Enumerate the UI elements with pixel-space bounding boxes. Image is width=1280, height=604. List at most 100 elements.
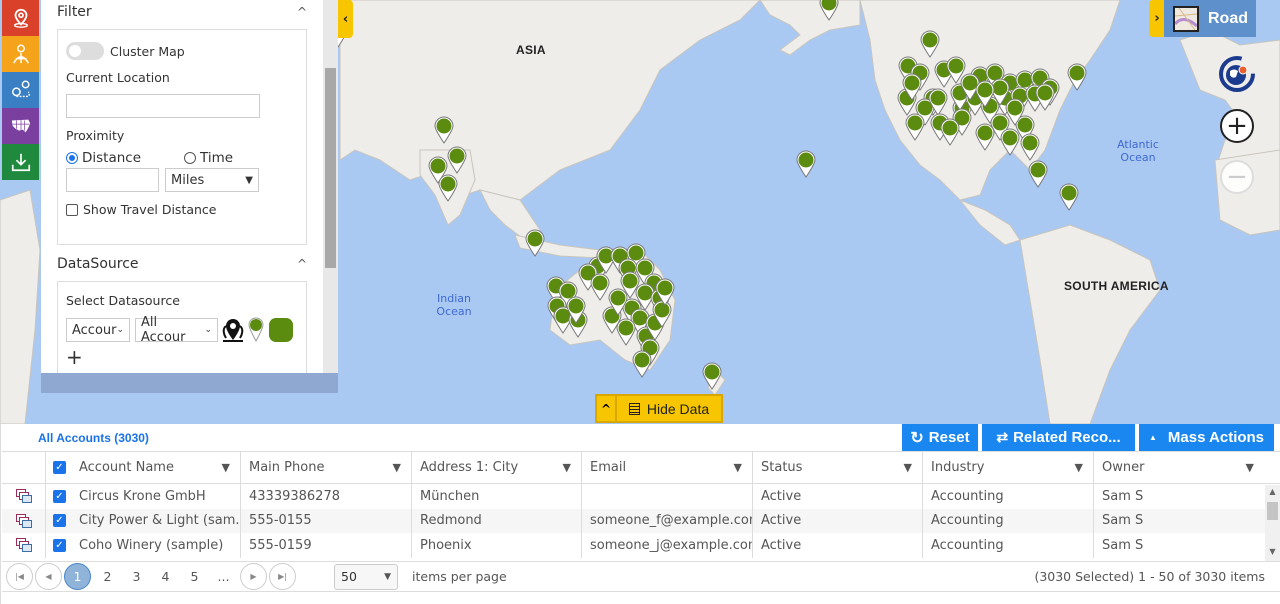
- map-type-button[interactable]: Road: [1164, 0, 1256, 37]
- map-pin[interactable]: [819, 0, 839, 21]
- map-pin[interactable]: [796, 150, 816, 178]
- reset-button[interactable]: ↻ Reset: [902, 424, 978, 451]
- map-pin[interactable]: [434, 116, 454, 144]
- map-pin[interactable]: [1059, 183, 1079, 211]
- filter-panel-scrollbar[interactable]: [323, 0, 338, 373]
- cluster-map-toggle[interactable]: [66, 42, 104, 60]
- map-pin[interactable]: [525, 229, 545, 257]
- first-page-button[interactable]: |◀: [6, 563, 33, 590]
- more-pages-button[interactable]: ...: [209, 569, 238, 584]
- add-datasource-button[interactable]: +: [66, 347, 298, 367]
- map-pin[interactable]: [928, 88, 948, 116]
- page-5-button[interactable]: 5: [180, 569, 209, 584]
- tool-region-map[interactable]: [2, 108, 39, 144]
- column-header-main-phone[interactable]: Main Phone ▼: [241, 452, 412, 483]
- distance-input[interactable]: [66, 168, 159, 192]
- related-records-button[interactable]: ⇄ Related Reco...: [982, 424, 1135, 451]
- select-all-checkbox[interactable]: ✓: [46, 452, 71, 483]
- map-pin[interactable]: [590, 273, 610, 301]
- filter-icon[interactable]: ▼: [1075, 461, 1083, 474]
- map-pin[interactable]: [1028, 160, 1048, 188]
- map-pin[interactable]: [940, 118, 960, 146]
- column-header-account-name[interactable]: Account Name ▼: [71, 452, 241, 483]
- pin-color-swatch[interactable]: [269, 318, 293, 342]
- record-icon-cell[interactable]: [2, 508, 46, 533]
- map-pin[interactable]: [1067, 63, 1087, 91]
- distance-radio[interactable]: [66, 152, 78, 164]
- tool-territory[interactable]: [2, 36, 39, 72]
- row-checkbox[interactable]: ✓: [46, 533, 71, 558]
- tool-plot-pins[interactable]: [2, 0, 39, 36]
- hide-data-button[interactable]: ^ Hide Data: [595, 394, 723, 423]
- page-3-button[interactable]: 3: [122, 569, 151, 584]
- multi-pin-icon[interactable]: [221, 317, 245, 343]
- pin-style-icon[interactable]: [247, 317, 265, 343]
- page-2-button[interactable]: 2: [93, 569, 122, 584]
- map-pin[interactable]: [566, 296, 586, 324]
- map-pin[interactable]: [1020, 133, 1040, 161]
- filter-icon[interactable]: ▼: [904, 461, 912, 474]
- zoom-out-button[interactable]: −: [1220, 160, 1254, 194]
- mass-actions-button[interactable]: ▲ Mass Actions: [1139, 424, 1274, 451]
- column-header-city[interactable]: Address 1: City ▼: [412, 452, 582, 483]
- chevron-down-icon: ▼: [384, 571, 391, 582]
- filter-icon[interactable]: ▼: [563, 461, 571, 474]
- table-row[interactable]: ✓ City Power & Light (sam... 555-0155 Redmo…: [2, 508, 1280, 534]
- filter-icon[interactable]: ▼: [393, 461, 401, 474]
- scroll-thumb[interactable]: [1267, 502, 1278, 520]
- zoom-in-button[interactable]: +: [1220, 109, 1254, 143]
- map-pin[interactable]: [655, 278, 675, 306]
- map-pin[interactable]: [905, 113, 925, 141]
- tool-route[interactable]: [2, 72, 39, 108]
- column-header-status[interactable]: Status ▼: [753, 452, 923, 483]
- filter-section-header[interactable]: Filter ^: [41, 0, 323, 23]
- cell-owner: Sam S: [1102, 513, 1144, 529]
- map-pin[interactable]: [608, 288, 628, 316]
- filter-icon[interactable]: ▼: [222, 461, 230, 474]
- row-checkbox[interactable]: ✓: [46, 484, 71, 509]
- record-icon-cell[interactable]: [2, 484, 46, 509]
- map-pin[interactable]: [920, 30, 940, 58]
- map-type-toggle[interactable]: ›: [1149, 0, 1165, 37]
- page-1-button[interactable]: 1: [64, 563, 91, 590]
- column-header-owner[interactable]: Owner ▼: [1094, 452, 1264, 483]
- record-icon-cell[interactable]: [2, 533, 46, 558]
- left-toolbar: [2, 0, 39, 180]
- map-pin[interactable]: [1005, 98, 1025, 126]
- map-pin[interactable]: [447, 146, 467, 174]
- show-travel-distance-checkbox[interactable]: [66, 203, 78, 216]
- prev-page-button[interactable]: ◀: [35, 563, 62, 590]
- scroll-down-icon[interactable]: ▼: [1265, 547, 1280, 559]
- tool-download[interactable]: [2, 144, 39, 180]
- next-page-button[interactable]: ▶: [240, 563, 267, 590]
- locate-me-button[interactable]: [1218, 55, 1256, 93]
- map-pin[interactable]: [975, 80, 995, 108]
- last-page-button[interactable]: ▶|: [269, 563, 296, 590]
- filter-icon[interactable]: ▼: [1246, 461, 1254, 474]
- table-row[interactable]: ✓ Circus Krone GmbH 43339386278 München Acti…: [2, 484, 1280, 509]
- map-pin[interactable]: [438, 174, 458, 202]
- scroll-up-icon[interactable]: ▲: [1265, 487, 1280, 499]
- map-pin[interactable]: [902, 73, 922, 101]
- page-4-button[interactable]: 4: [151, 569, 180, 584]
- grid-scrollbar[interactable]: ▲ ▼: [1265, 485, 1280, 561]
- view-select[interactable]: All Accour ⌄: [135, 315, 218, 345]
- row-checkbox[interactable]: ✓: [46, 509, 71, 534]
- map-pin[interactable]: [1035, 83, 1055, 111]
- time-radio[interactable]: [184, 152, 196, 164]
- minus-icon: −: [1226, 162, 1248, 192]
- current-location-input[interactable]: [66, 94, 260, 118]
- entity-select[interactable]: Accour ⌄: [66, 318, 130, 342]
- datasource-section-header[interactable]: DataSource ^: [41, 252, 323, 275]
- column-header-industry[interactable]: Industry ▼: [923, 452, 1094, 483]
- map-pin[interactable]: [702, 362, 722, 390]
- column-header-email[interactable]: Email ▼: [582, 452, 753, 483]
- page-size-select[interactable]: 50 ▼: [334, 563, 398, 590]
- unit-select[interactable]: Miles ▼: [165, 168, 259, 192]
- table-row[interactable]: ✓ Coho Winery (sample) 555-0159 Phoenix some…: [2, 533, 1280, 558]
- collapse-panel-button[interactable]: ‹: [338, 0, 353, 38]
- map-pin[interactable]: [616, 318, 636, 346]
- map-pin[interactable]: [632, 350, 652, 378]
- filter-icon[interactable]: ▼: [734, 461, 742, 474]
- view-title[interactable]: All Accounts (3030): [38, 431, 149, 445]
